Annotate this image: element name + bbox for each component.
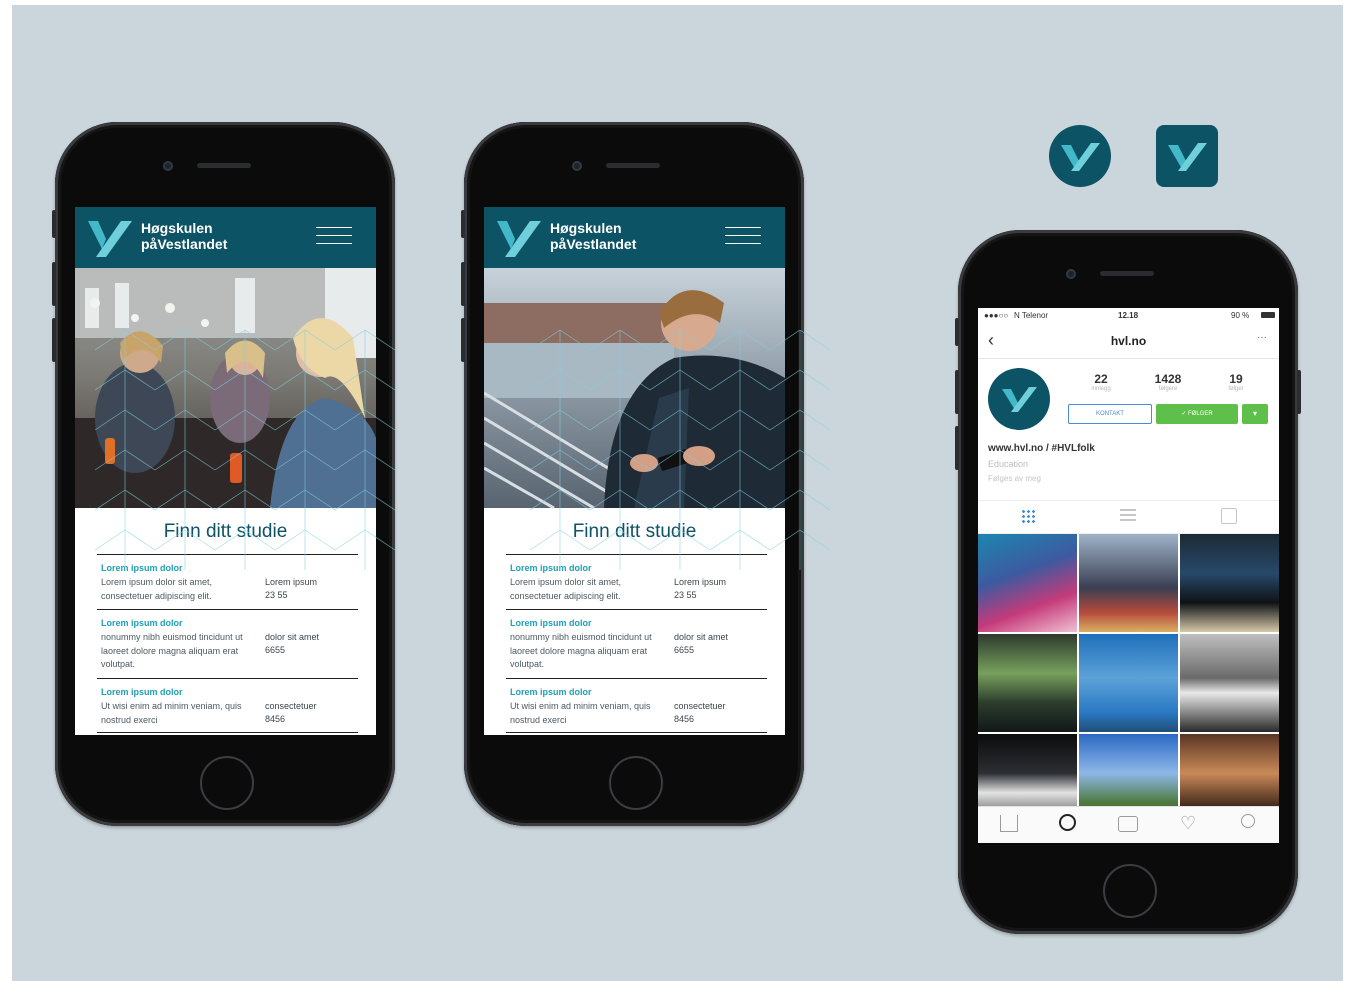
home-button[interactable]: [200, 756, 254, 810]
study-item-side-value: 6655: [265, 645, 286, 655]
study-item-text: nonummy nibh euismod tincidunt ut laoree…: [510, 632, 652, 669]
view-tabs: [978, 500, 1279, 534]
site-title: Høgskulen påVestlandet: [550, 220, 636, 252]
study-item-side-value: 8456: [265, 714, 286, 724]
study-item-side-value: 8456: [674, 714, 695, 724]
photo-tile[interactable]: [1079, 534, 1178, 632]
study-item-title[interactable]: Lorem ipsum dolor: [510, 687, 592, 697]
photo-grid: [978, 534, 1279, 832]
home-button[interactable]: [609, 756, 663, 810]
hero-image-student-phone: [484, 268, 785, 508]
site-title-line2: påVestlandet: [550, 236, 637, 252]
study-item-title[interactable]: Lorem ipsum dolor: [101, 563, 183, 573]
phone-mockup-1: Høgskulen påVestlandet Finn ditt studie …: [52, 122, 395, 826]
app-icon-round: [1049, 125, 1111, 187]
website-screen: Høgskulen påVestlandet Finn ditt studie …: [484, 207, 785, 735]
site-header: Høgskulen påVestlandet: [484, 207, 785, 268]
study-item-title[interactable]: Lorem ipsum dolor: [101, 687, 183, 697]
hamburger-icon[interactable]: [316, 227, 352, 251]
study-item-side-label: consectetuer: [265, 701, 317, 711]
page-heading: Finn ditt studie: [163, 521, 288, 542]
study-item-side-value: 6655: [674, 645, 695, 655]
hvl-logo-icon: [1061, 143, 1100, 171]
profile-username: hvl.no: [1110, 334, 1147, 348]
study-item-text: Ut wisi enim ad minim veniam, quis nostr…: [101, 701, 242, 725]
profile-category: Education: [988, 459, 1029, 469]
grid-view-icon[interactable]: [1021, 509, 1035, 523]
camera-icon[interactable]: [1118, 816, 1138, 832]
study-item-text: Lorem ipsum dolor sit amet, consectetuer…: [510, 577, 622, 601]
photo-tile[interactable]: [1180, 534, 1279, 632]
hvl-logo-icon: [1002, 387, 1037, 412]
battery-label: 90 %: [1231, 311, 1250, 320]
clock: 12.18: [1118, 311, 1139, 320]
hero-image-students: [75, 268, 376, 508]
hamburger-icon[interactable]: [725, 227, 761, 251]
bottom-tab-bar: ♡: [978, 806, 1279, 843]
dropdown-button[interactable]: ▾: [1242, 404, 1268, 424]
more-options-icon[interactable]: ···: [1257, 332, 1267, 343]
list-view-icon[interactable]: [1120, 509, 1136, 523]
bio-link[interactable]: www.hvl.no / #HVLfolk: [988, 443, 1095, 454]
site-title-line1: Høgskulen: [550, 220, 622, 236]
photo-tile[interactable]: [1180, 634, 1279, 732]
hvl-logo-icon: [1168, 143, 1207, 171]
status-bar: ●●●○○ N Telenor 12.18 90 %: [978, 308, 1279, 324]
site-title-line1: Høgskulen: [141, 220, 213, 236]
hvl-logo-icon[interactable]: [497, 219, 541, 257]
stat-followers[interactable]: 1428 følgere: [1143, 372, 1193, 392]
phone-mockup-2: Høgskulen påVestlandet Finn ditt studie …: [461, 122, 804, 826]
study-item-text: Ut wisi enim ad minim veniam, quis nostr…: [510, 701, 651, 725]
home-icon[interactable]: [1000, 815, 1018, 832]
page-heading: Finn ditt studie: [572, 521, 697, 542]
study-item-text: nonummy nibh euismod tincidunt ut laoree…: [101, 632, 243, 669]
instagram-screen: ●●●○○ N Telenor 12.18 90 % ‹ hvl.no ··· …: [978, 308, 1279, 843]
photo-tile[interactable]: [1079, 634, 1178, 732]
study-item-title[interactable]: Lorem ipsum dolor: [510, 563, 592, 573]
website-screen: Høgskulen påVestlandet Finn ditt studie …: [75, 207, 376, 735]
profile-nav-bar: ‹ hvl.no ···: [978, 324, 1279, 359]
hvl-logo-icon[interactable]: [88, 219, 132, 257]
study-item-text: Lorem ipsum dolor sit amet, consectetuer…: [101, 577, 213, 601]
study-item-side-label: dolor sit amet: [674, 632, 729, 642]
study-item-side-label: dolor sit amet: [265, 632, 320, 642]
site-title-line2: påVestlandet: [141, 236, 228, 252]
carrier-label: N Telenor: [1014, 311, 1049, 320]
heart-icon[interactable]: ♡: [1180, 813, 1196, 834]
profile-avatar[interactable]: [988, 368, 1050, 430]
contact-button[interactable]: KONTAKT: [1068, 404, 1152, 424]
study-item-side-label: Lorem ipsum: [265, 577, 318, 587]
followed-by-text: Følges av meg: [988, 474, 1041, 483]
phone-mockup-instagram: ●●●○○ N Telenor 12.18 90 % ‹ hvl.no ··· …: [955, 230, 1301, 934]
study-item-side-value: 23 55: [265, 590, 288, 600]
battery-icon: [1261, 312, 1275, 318]
app-icon-square: [1156, 125, 1218, 187]
stat-posts[interactable]: 22 innlegg: [1076, 372, 1126, 392]
study-item-title[interactable]: Lorem ipsum dolor: [510, 618, 592, 628]
following-button[interactable]: ✓ FØLGER: [1156, 404, 1238, 424]
tagged-icon[interactable]: [1221, 508, 1237, 524]
study-item-side-value: 23 55: [674, 590, 697, 600]
home-button[interactable]: [1103, 864, 1157, 918]
photo-tile[interactable]: [978, 534, 1077, 632]
photo-tile[interactable]: [978, 634, 1077, 732]
study-item-side-label: Lorem ipsum: [674, 577, 727, 587]
site-header: Høgskulen påVestlandet: [75, 207, 376, 268]
search-icon[interactable]: [1059, 814, 1076, 831]
study-item-side-label: consectetuer: [674, 701, 726, 711]
profile-icon[interactable]: [1241, 814, 1255, 828]
stat-following[interactable]: 19 følger: [1211, 372, 1261, 392]
signal-icon: ●●●○○: [984, 311, 1009, 320]
site-title: Høgskulen påVestlandet: [141, 220, 227, 252]
study-item-title[interactable]: Lorem ipsum dolor: [101, 618, 183, 628]
